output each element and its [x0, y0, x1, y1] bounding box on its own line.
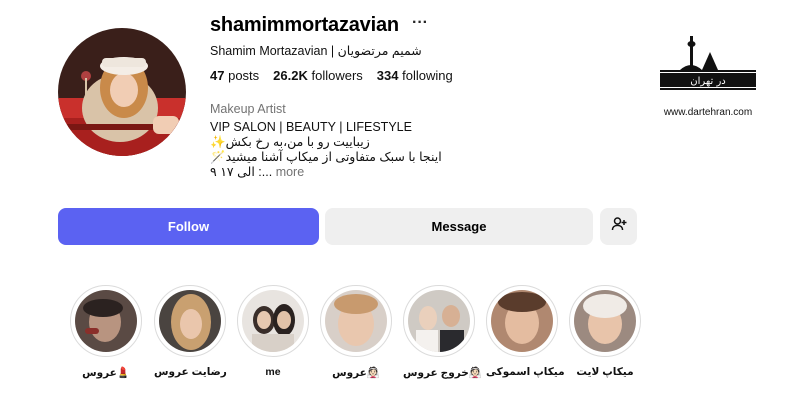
highlight-ring — [70, 285, 142, 357]
highlight-ring — [569, 285, 641, 357]
profile-bio: VIP SALON | BEAUTY | LIFESTYLE ✨زیباییت … — [210, 120, 442, 180]
follow-button[interactable]: Follow — [58, 208, 319, 245]
bio-line: الی ۱۷ ۹ :... — [210, 165, 273, 179]
following-label: following — [402, 68, 453, 83]
story-highlight[interactable]: me — [237, 285, 309, 378]
story-highlight[interactable]: میکاپ اسموکی — [486, 285, 565, 378]
following-count[interactable]: 334 following — [377, 68, 453, 83]
posts-count[interactable]: 47 posts — [210, 68, 259, 83]
profile-full-name: Shamim Mortazavian | شمیم مرتضویان — [210, 44, 422, 58]
highlight-label: me — [265, 366, 281, 378]
followers-label: followers — [311, 68, 363, 83]
story-highlight[interactable]: عروس👰🏻 — [320, 285, 392, 379]
suggest-user-button[interactable] — [600, 208, 637, 245]
posts-label: posts — [228, 68, 260, 83]
logo-text: در تهران — [690, 76, 726, 87]
highlight-thumbnail — [491, 290, 553, 352]
watermark-url: www.dartehran.com — [663, 107, 753, 118]
followers-value: 26.2K — [273, 68, 308, 83]
add-person-icon — [611, 216, 627, 237]
message-button[interactable]: Message — [325, 208, 593, 245]
highlight-ring — [403, 285, 475, 357]
more-options-icon[interactable]: ··· — [412, 14, 428, 32]
highlight-label: میکاپ اسموکی — [486, 366, 565, 378]
highlight-ring — [237, 285, 309, 357]
highlight-label: میکاپ لایت — [576, 366, 634, 378]
bio-more-link[interactable]: more — [276, 165, 304, 179]
bio-line: 🪄اینجا با سبک متفاوتی از میکاپ آشنا میشی… — [210, 150, 442, 164]
highlight-thumbnail — [574, 290, 636, 352]
highlight-label: عروس👰🏻 — [332, 367, 380, 379]
highlight-thumbnail — [159, 290, 221, 352]
highlight-thumbnail — [325, 290, 387, 352]
watermark-logo: در تهران www.dartehran.com — [658, 30, 758, 118]
highlight-thumbnail — [408, 290, 470, 352]
followers-count[interactable]: 26.2K followers — [273, 68, 363, 83]
highlight-ring — [320, 285, 392, 357]
highlight-label: خروج عروس👰🏻 — [403, 367, 482, 379]
following-value: 334 — [376, 68, 399, 83]
highlight-label: رضایت عروس — [154, 366, 227, 378]
profile-category: Makeup Artist — [210, 102, 286, 116]
profile-stats: 47 posts 26.2K followers 334 following — [210, 68, 453, 83]
story-highlight[interactable]: میکاپ لایت — [569, 285, 641, 378]
posts-value: 47 — [210, 68, 225, 83]
highlight-ring — [486, 285, 558, 357]
bio-line-last: الی ۱۷ ۹ :... more — [210, 165, 442, 180]
bio-line: VIP SALON | BEAUTY | LIFESTYLE — [210, 120, 412, 134]
highlight-thumbnail — [242, 290, 304, 352]
story-highlight[interactable]: عروس💄 — [70, 285, 142, 379]
highlight-ring — [154, 285, 226, 357]
profile-username: shamimmortazavian — [210, 14, 399, 36]
story-highlight[interactable]: خروج عروس👰🏻 — [403, 285, 482, 379]
highlight-thumbnail — [75, 290, 137, 352]
bio-line: ✨زیباییت رو با من،به رخ بکش — [210, 135, 370, 149]
highlight-label: عروس💄 — [82, 367, 130, 379]
story-highlight[interactable]: رضایت عروس — [154, 285, 227, 378]
profile-avatar[interactable] — [58, 28, 186, 156]
tehran-skyline-logo: در تهران — [660, 36, 756, 90]
